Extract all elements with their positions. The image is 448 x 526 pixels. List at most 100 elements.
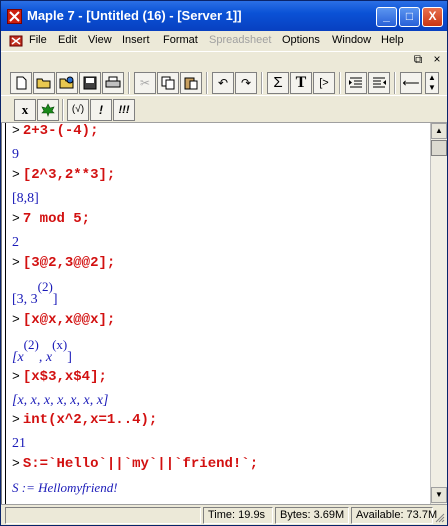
status-bytes: Bytes: 3.69M — [275, 507, 349, 524]
output-line: [x, x, x, x, x, x, x] — [12, 393, 109, 408]
output-line: [x(2), x(x)] — [12, 337, 72, 366]
status-available: Available: 73.7M — [351, 507, 437, 524]
scroll-thumb[interactable] — [431, 140, 447, 156]
menu-view[interactable]: View — [88, 34, 112, 46]
output-end: ] — [67, 350, 72, 365]
scroll-up-icon[interactable]: ▲ — [431, 123, 447, 139]
worksheet[interactable]: > 2+3-(-4); 9 > [2^3,2**3]; [8,8] > 7 mo… — [1, 123, 430, 504]
output-line: 21 — [12, 436, 26, 451]
menu-options[interactable]: Options — [282, 34, 320, 46]
main-toolbar: ⧉ × ✂ ↶ ↷ Σ T [> ⟵ ▲ ▼ — [1, 51, 447, 95]
maple-window: Maple 7 - [Untitled (16) - [Server 1]] _… — [0, 0, 448, 526]
indent-icon[interactable] — [345, 72, 367, 94]
menu-bar: File Edit View Insert Format Spreadsheet… — [1, 31, 447, 51]
menu-spreadsheet[interactable]: Spreadsheet — [209, 34, 271, 46]
sum-icon[interactable]: Σ — [267, 72, 289, 94]
scroll-icon[interactable]: ▲ ▼ — [425, 72, 439, 94]
toolbar-separator — [62, 99, 64, 121]
toolbar-separator — [128, 72, 130, 94]
toolbar-separator — [261, 72, 263, 94]
menu-file[interactable]: File — [29, 34, 47, 46]
output-line: 9 — [12, 147, 19, 162]
toolbar-separator — [206, 72, 208, 94]
output-superscript: (2) — [23, 337, 39, 352]
new-file-icon[interactable] — [10, 72, 32, 94]
input-line[interactable]: > int(x^2,x=1..4); — [12, 412, 157, 428]
prompt-icon[interactable]: [> — [313, 72, 335, 94]
document-menu-icon[interactable] — [9, 34, 23, 48]
menu-format[interactable]: Format — [163, 34, 198, 46]
input-line[interactable]: > 2+3-(-4); — [12, 123, 99, 139]
input-command[interactable]: [x@x,x@@x]; — [23, 312, 115, 328]
minimize-button[interactable]: _ — [376, 7, 397, 27]
output-line: S := Hellomyfriend! — [12, 480, 118, 495]
maple-app-icon[interactable] — [7, 9, 22, 24]
output-base: [3, 3 — [12, 292, 38, 307]
status-bar: Time: 19.9s Bytes: 3.69M Available: 73.7… — [1, 504, 447, 525]
input-command[interactable]: 2+3-(-4); — [23, 123, 99, 139]
undo-icon[interactable]: ↶ — [212, 72, 234, 94]
menu-edit[interactable]: Edit — [58, 34, 77, 46]
mdi-restore-button[interactable]: ⧉ — [410, 52, 426, 68]
outdent-icon[interactable] — [368, 72, 390, 94]
redo-icon[interactable]: ↷ — [235, 72, 257, 94]
input-command[interactable]: [x$3,x$4]; — [23, 369, 107, 385]
text-icon[interactable]: T — [290, 72, 312, 94]
output-line: 2 — [12, 235, 19, 250]
scroll-down-icon[interactable]: ▼ — [431, 487, 447, 503]
input-line[interactable]: > [2^3,2**3]; — [12, 167, 115, 183]
resize-grip-icon[interactable] — [433, 511, 445, 523]
status-time: Time: 19.9s — [203, 507, 273, 524]
menu-window[interactable]: Window — [332, 34, 371, 46]
input-line[interactable]: > [3@2,3@@2]; — [12, 255, 115, 271]
group-bracket — [5, 123, 6, 504]
menu-insert[interactable]: Insert — [122, 34, 150, 46]
status-message — [5, 507, 201, 524]
context-toolbar: x (√) ! !!! — [1, 95, 447, 123]
maple-leaf-icon[interactable] — [37, 99, 59, 121]
window-title: Maple 7 - [Untitled (16) - [Server 1]] — [27, 8, 242, 23]
maximize-button[interactable]: □ — [399, 7, 420, 27]
prompt-symbol: > — [12, 412, 20, 427]
execute-button[interactable]: ! — [90, 99, 112, 121]
input-command[interactable]: [3@2,3@@2]; — [23, 255, 115, 271]
math-mode-button[interactable]: x — [14, 99, 36, 121]
title-bar[interactable]: Maple 7 - [Untitled (16) - [Server 1]] _… — [1, 1, 447, 31]
execute-all-button[interactable]: !!! — [113, 99, 135, 121]
toolbar-separator — [339, 72, 341, 94]
output-superscript: (2) — [37, 279, 53, 294]
save-icon[interactable] — [79, 72, 101, 94]
copy-icon[interactable] — [157, 72, 179, 94]
print-icon[interactable] — [102, 72, 124, 94]
input-command[interactable]: S:=`Hello`||`my`||`friend!`; — [23, 456, 258, 472]
input-line[interactable]: > [x@x,x@@x]; — [12, 312, 115, 328]
cut-icon[interactable]: ✂ — [134, 72, 156, 94]
output-mid: , x — [38, 350, 53, 365]
menu-help[interactable]: Help — [381, 34, 404, 46]
input-command[interactable]: int(x^2,x=1..4); — [23, 412, 157, 428]
open-folder-icon[interactable] — [33, 72, 55, 94]
output-line: [3, 3(2)] — [12, 279, 58, 308]
paste-icon[interactable] — [180, 72, 202, 94]
prompt-symbol: > — [12, 167, 20, 182]
prompt-symbol: > — [12, 255, 20, 270]
prompt-symbol: > — [12, 123, 20, 138]
input-line[interactable]: > [x$3,x$4]; — [12, 369, 107, 385]
output-end: ] — [52, 292, 58, 307]
input-line[interactable]: > S:=`Hello`||`my`||`friend!`; — [12, 456, 258, 472]
output-line: [8,8] — [12, 191, 39, 206]
input-command[interactable]: [2^3,2**3]; — [23, 167, 115, 183]
back-icon[interactable]: ⟵ — [400, 72, 422, 94]
prompt-symbol: > — [12, 456, 20, 471]
output-superscript: (x) — [52, 337, 68, 352]
open-url-icon[interactable] — [56, 72, 78, 94]
input-command[interactable]: 7 mod 5; — [23, 211, 90, 227]
input-line[interactable]: > 7 mod 5; — [12, 211, 90, 227]
prompt-symbol: > — [12, 211, 20, 226]
output-base: [x — [12, 350, 24, 365]
close-button[interactable]: X — [422, 7, 443, 27]
toolbar-separator — [394, 72, 396, 94]
sqrt-button[interactable]: (√) — [67, 99, 89, 121]
mdi-close-button[interactable]: × — [429, 52, 445, 68]
vertical-scrollbar[interactable]: ▲ ▼ — [430, 123, 447, 504]
